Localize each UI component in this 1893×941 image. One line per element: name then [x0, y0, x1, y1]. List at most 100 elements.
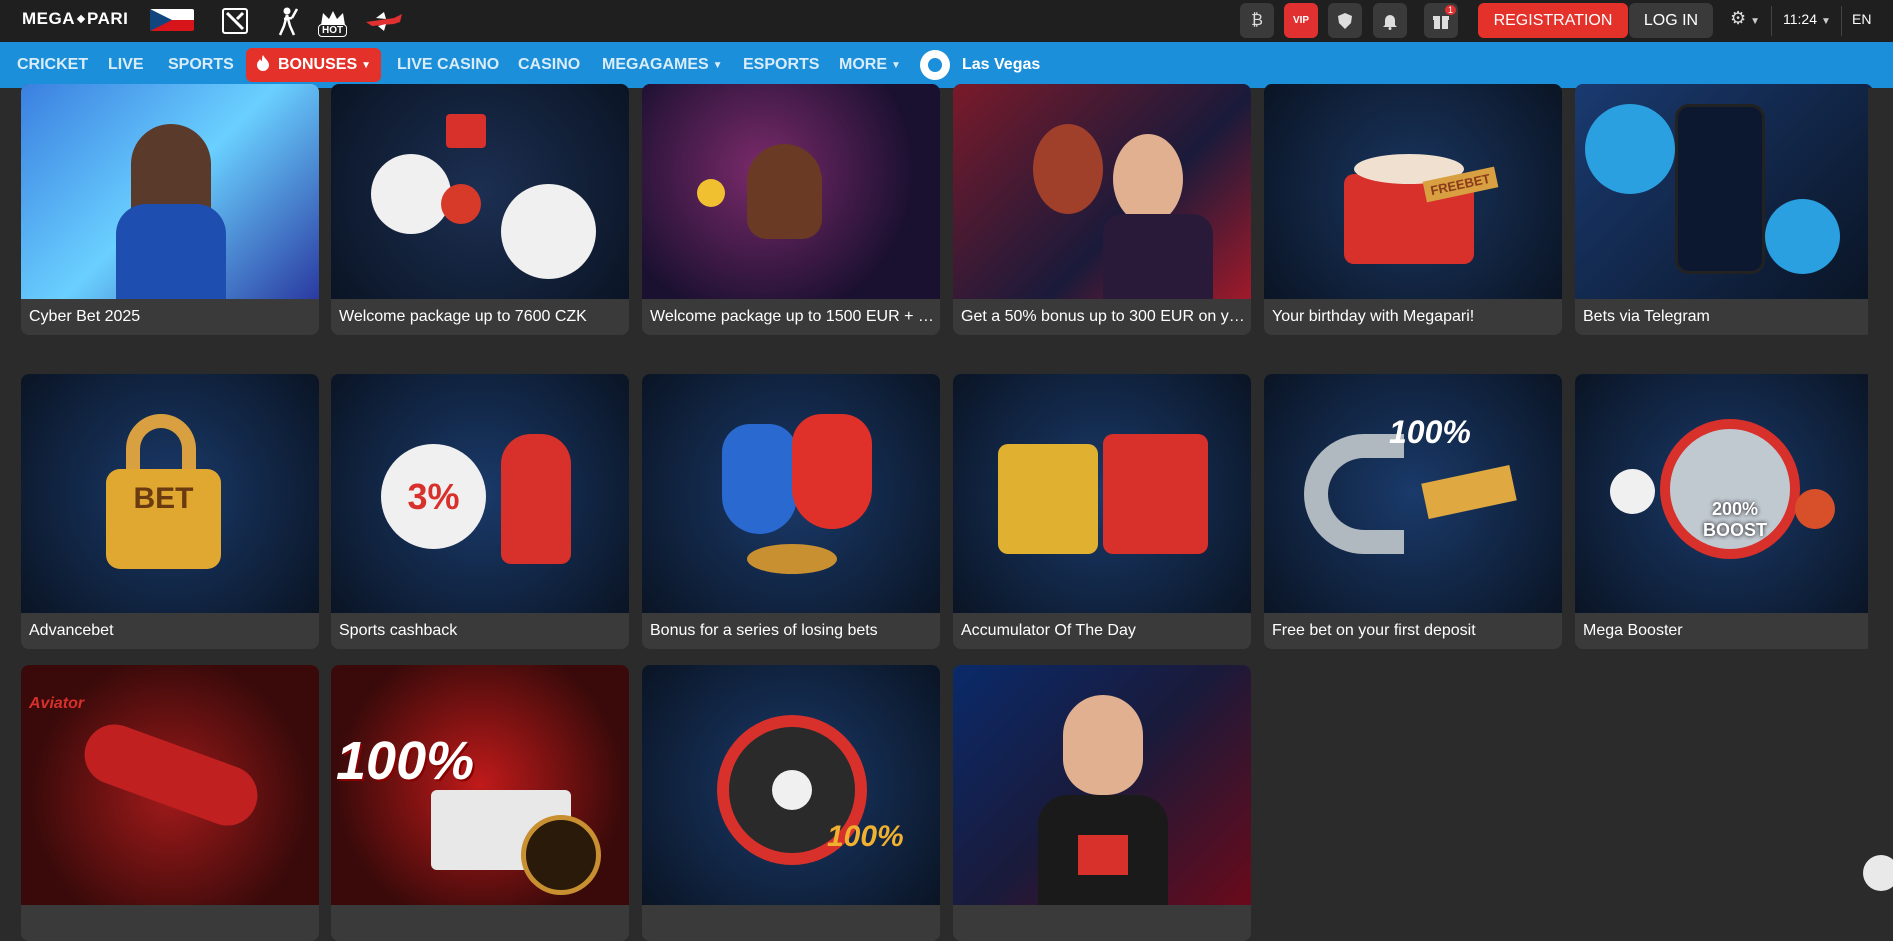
promo-image	[642, 84, 940, 299]
clock-time: 11:24	[1783, 11, 1817, 27]
promo-image: Aviator	[21, 665, 319, 905]
promo-image: 200% BOOST	[1575, 374, 1873, 613]
promo-art-text: Aviator	[29, 695, 85, 712]
promo-image: BET	[21, 374, 319, 613]
promo-card[interactable]: 3% Sports cashback	[331, 374, 629, 649]
promo-card[interactable]: Accumulator Of The Day	[953, 374, 1251, 649]
support-chat-button[interactable]	[1863, 855, 1893, 891]
nav-more-label: MORE	[839, 56, 887, 73]
promo-image	[953, 665, 1251, 905]
nav-las-vegas-label: Las Vegas	[962, 56, 1041, 73]
promo-art-text: 100%	[1389, 414, 1471, 450]
promo-title: Sports cashback	[339, 622, 458, 639]
shield-icon[interactable]	[1328, 3, 1362, 38]
chevron-down-icon: ▼	[361, 59, 372, 71]
language-selector[interactable]: EN	[1852, 11, 1871, 27]
nav-item-esports[interactable]: ESPORTS	[743, 42, 819, 88]
chevron-down-icon: ▼	[1821, 16, 1831, 27]
nav-item-sports[interactable]: SPORTS	[168, 42, 234, 88]
chevron-down-icon: ▼	[891, 59, 901, 71]
promo-title: Welcome package up to 7600 CZK	[339, 308, 587, 325]
promo-image: 100%	[331, 665, 629, 905]
clock-dropdown[interactable]: 11:24 ▼	[1783, 11, 1831, 27]
promotions-grid: Cyber Bet 2025 Welcome package up to 760…	[21, 84, 1873, 941]
logo-text-right: PARI	[87, 9, 129, 28]
promo-art-text: BET	[106, 469, 221, 569]
nav-bonuses-label: BONUSES	[278, 56, 358, 73]
nav-megagames-label: MEGAGAMES	[602, 56, 709, 73]
nav-item-more[interactable]: MORE ▼	[839, 42, 901, 88]
promo-title: Your birthday with Megapari!	[1272, 308, 1475, 325]
promo-art-text: 100%	[336, 731, 475, 791]
settings-dropdown[interactable]: ⚙ ▼	[1730, 8, 1760, 29]
fire-icon	[256, 54, 270, 77]
cricket-player-icon[interactable]	[270, 3, 304, 39]
top-header: MEGA PARI HOT ₿ VIP 1 REGISTRATION LOG I…	[0, 0, 1893, 42]
nav-item-casino[interactable]: CASINO	[518, 42, 580, 88]
czech-flag-icon[interactable]	[150, 9, 194, 31]
gift-badge: 1	[1444, 5, 1456, 15]
logo-dot	[76, 14, 86, 24]
gift-icon[interactable]: 1	[1424, 3, 1458, 38]
nav-item-megagames[interactable]: MEGAGAMES ▼	[602, 42, 723, 88]
page-scrollbar[interactable]	[1868, 88, 1893, 902]
promo-card[interactable]: Cyber Bet 2025	[21, 84, 319, 335]
promo-title: Accumulator Of The Day	[961, 622, 1136, 639]
dota-icon[interactable]	[218, 3, 252, 39]
promo-card[interactable]: 100%	[642, 665, 940, 941]
registration-button[interactable]: REGISTRATION	[1478, 3, 1628, 38]
promo-title: Welcome package up to 1500 EUR + 150 FS	[650, 308, 940, 325]
vip-button[interactable]: VIP	[1284, 3, 1318, 38]
promo-card[interactable]: FREEBET Your birthday with Megapari!	[1264, 84, 1562, 335]
hot-label: HOT	[318, 24, 348, 37]
promo-title: Get a 50% bonus up to 300 EUR on your de…	[961, 308, 1251, 325]
promo-title: Cyber Bet 2025	[29, 308, 141, 325]
divider	[1841, 6, 1842, 36]
promo-title: Bets via Telegram	[1583, 308, 1710, 325]
nav-item-cricket[interactable]: CRICKET	[17, 42, 88, 88]
promo-card[interactable]	[953, 665, 1251, 941]
bell-icon[interactable]	[1373, 3, 1407, 38]
chevron-down-icon: ▼	[1750, 16, 1761, 27]
promo-art-text: 200% BOOST	[1702, 499, 1767, 540]
promo-card[interactable]: Bonus for a series of losing bets	[642, 374, 940, 649]
promo-title: Free bet on your first deposit	[1272, 622, 1476, 639]
promo-card[interactable]: BET Advancebet	[21, 374, 319, 649]
promo-title: Advancebet	[29, 622, 114, 639]
casino-chips-icon	[920, 50, 950, 80]
divider	[1771, 6, 1772, 36]
promo-card[interactable]: Welcome package up to 1500 EUR + 150 FS	[642, 84, 940, 335]
promo-title	[331, 905, 629, 941]
promo-image	[331, 84, 629, 299]
promo-title	[642, 905, 940, 941]
promo-image	[21, 84, 319, 299]
bitcoin-icon[interactable]: ₿	[1240, 3, 1274, 38]
promo-image: 100%	[642, 665, 940, 905]
promo-art-text: 3%	[381, 444, 486, 549]
promo-card[interactable]: Get a 50% bonus up to 300 EUR on your de…	[953, 84, 1251, 335]
chevron-down-icon: ▼	[712, 59, 723, 71]
promo-card[interactable]: Welcome package up to 7600 CZK	[331, 84, 629, 335]
promo-image	[953, 374, 1251, 613]
promo-card[interactable]: 100%	[331, 665, 629, 941]
promo-card[interactable]: Aviator	[21, 665, 319, 941]
promo-image: FREEBET	[1264, 84, 1562, 299]
nav-item-live[interactable]: LIVE	[108, 42, 144, 88]
promo-title: Mega Booster	[1583, 622, 1683, 639]
promo-image	[642, 374, 940, 613]
promo-image: 3%	[331, 374, 629, 613]
promo-title	[21, 905, 319, 941]
nav-item-bonuses[interactable]: BONUSES ▼	[246, 48, 382, 82]
promo-card[interactable]: Bets via Telegram	[1575, 84, 1873, 335]
plane-game-icon[interactable]	[362, 3, 406, 39]
promo-card[interactable]: 200% BOOST Mega Booster	[1575, 374, 1873, 649]
gear-icon: ⚙	[1730, 8, 1747, 28]
promo-card[interactable]: 100% Free bet on your first deposit	[1264, 374, 1562, 649]
promo-image	[1575, 84, 1873, 299]
promo-art-text: 100%	[827, 820, 904, 853]
megapari-logo[interactable]: MEGA PARI	[22, 9, 128, 29]
nav-item-las-vegas[interactable]: Las Vegas	[920, 42, 1040, 88]
main-nav: CRICKET LIVE SPORTS BONUSES ▼ LIVE CASIN…	[0, 42, 1893, 88]
login-button[interactable]: LOG IN	[1629, 3, 1713, 38]
nav-item-live-casino[interactable]: LIVE CASINO	[397, 42, 499, 88]
